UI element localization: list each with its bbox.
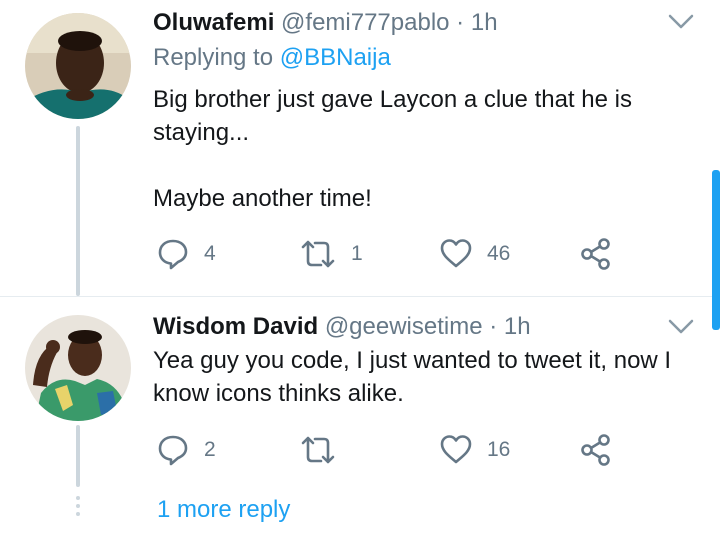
tweet-text-line: staying... bbox=[153, 119, 250, 146]
thread-line bbox=[76, 126, 80, 296]
tweet-2[interactable]: Wisdom David @geewisetime · 1h Yea guy y… bbox=[0, 297, 720, 487]
reply-icon bbox=[158, 239, 188, 270]
separator-dot: · bbox=[456, 9, 465, 36]
like-icon bbox=[440, 239, 472, 268]
tweet-time[interactable]: 1h bbox=[504, 313, 531, 340]
scrollbar[interactable] bbox=[712, 170, 720, 330]
reply-icon bbox=[158, 435, 188, 466]
author-name[interactable]: Wisdom David bbox=[153, 313, 318, 340]
avatar[interactable] bbox=[25, 315, 131, 421]
reply-button[interactable]: 2 bbox=[156, 430, 216, 470]
tweet-text: Yea guy you code, I just wanted to tweet… bbox=[153, 344, 671, 410]
author-handle[interactable]: @geewisetime bbox=[325, 313, 483, 340]
author-handle[interactable]: @femi777pablo bbox=[281, 9, 449, 36]
author-name[interactable]: Oluwafemi bbox=[153, 9, 274, 36]
retweet-button[interactable] bbox=[299, 430, 351, 470]
replying-to-label: Replying to bbox=[153, 44, 274, 71]
share-button[interactable] bbox=[579, 234, 613, 274]
tweet-text-line: Yea guy you code, I just wanted to tweet… bbox=[153, 347, 672, 374]
replying-to-mention[interactable]: @BBNaija bbox=[280, 44, 391, 71]
like-count: 16 bbox=[487, 438, 511, 461]
chevron-down-icon[interactable] bbox=[668, 319, 694, 335]
reply-count: 4 bbox=[204, 242, 216, 265]
replying-to: Replying to @BBNaija bbox=[153, 44, 391, 72]
retweet-icon bbox=[301, 240, 335, 268]
retweet-icon bbox=[301, 436, 335, 464]
chevron-down-icon[interactable] bbox=[668, 14, 694, 30]
tweet-1[interactable]: Oluwafemi @femi777pablo · 1h Replying to… bbox=[0, 0, 720, 296]
share-icon bbox=[581, 434, 610, 466]
thread-line bbox=[76, 425, 80, 487]
thread-dots bbox=[76, 496, 80, 520]
tweet-text-line: Big brother just gave Laycon a clue that… bbox=[153, 86, 632, 113]
separator-dot: · bbox=[489, 313, 498, 340]
share-icon bbox=[581, 238, 610, 270]
like-button[interactable]: 16 bbox=[439, 430, 510, 470]
like-icon bbox=[440, 435, 472, 464]
more-replies-link[interactable]: 1 more reply bbox=[157, 496, 290, 524]
like-count: 46 bbox=[487, 242, 511, 265]
retweet-count: 1 bbox=[351, 242, 363, 265]
tweet-actions: 4 1 46 bbox=[153, 234, 633, 274]
reply-count: 2 bbox=[204, 438, 216, 461]
tweet-header: Wisdom David @geewisetime · 1h bbox=[153, 313, 531, 341]
retweet-button[interactable]: 1 bbox=[299, 234, 363, 274]
tweet-header: Oluwafemi @femi777pablo · 1h bbox=[153, 9, 498, 37]
tweet-actions: 2 16 bbox=[153, 430, 633, 470]
share-button[interactable] bbox=[579, 430, 613, 470]
tweet-text-line: know icons thinks alike. bbox=[153, 380, 404, 407]
tweet-text-line: Maybe another time! bbox=[153, 185, 372, 212]
avatar[interactable] bbox=[25, 13, 131, 119]
like-button[interactable]: 46 bbox=[439, 234, 510, 274]
tweet-text: Big brother just gave Laycon a clue that… bbox=[153, 83, 632, 215]
reply-button[interactable]: 4 bbox=[156, 234, 216, 274]
tweet-time[interactable]: 1h bbox=[471, 9, 498, 36]
